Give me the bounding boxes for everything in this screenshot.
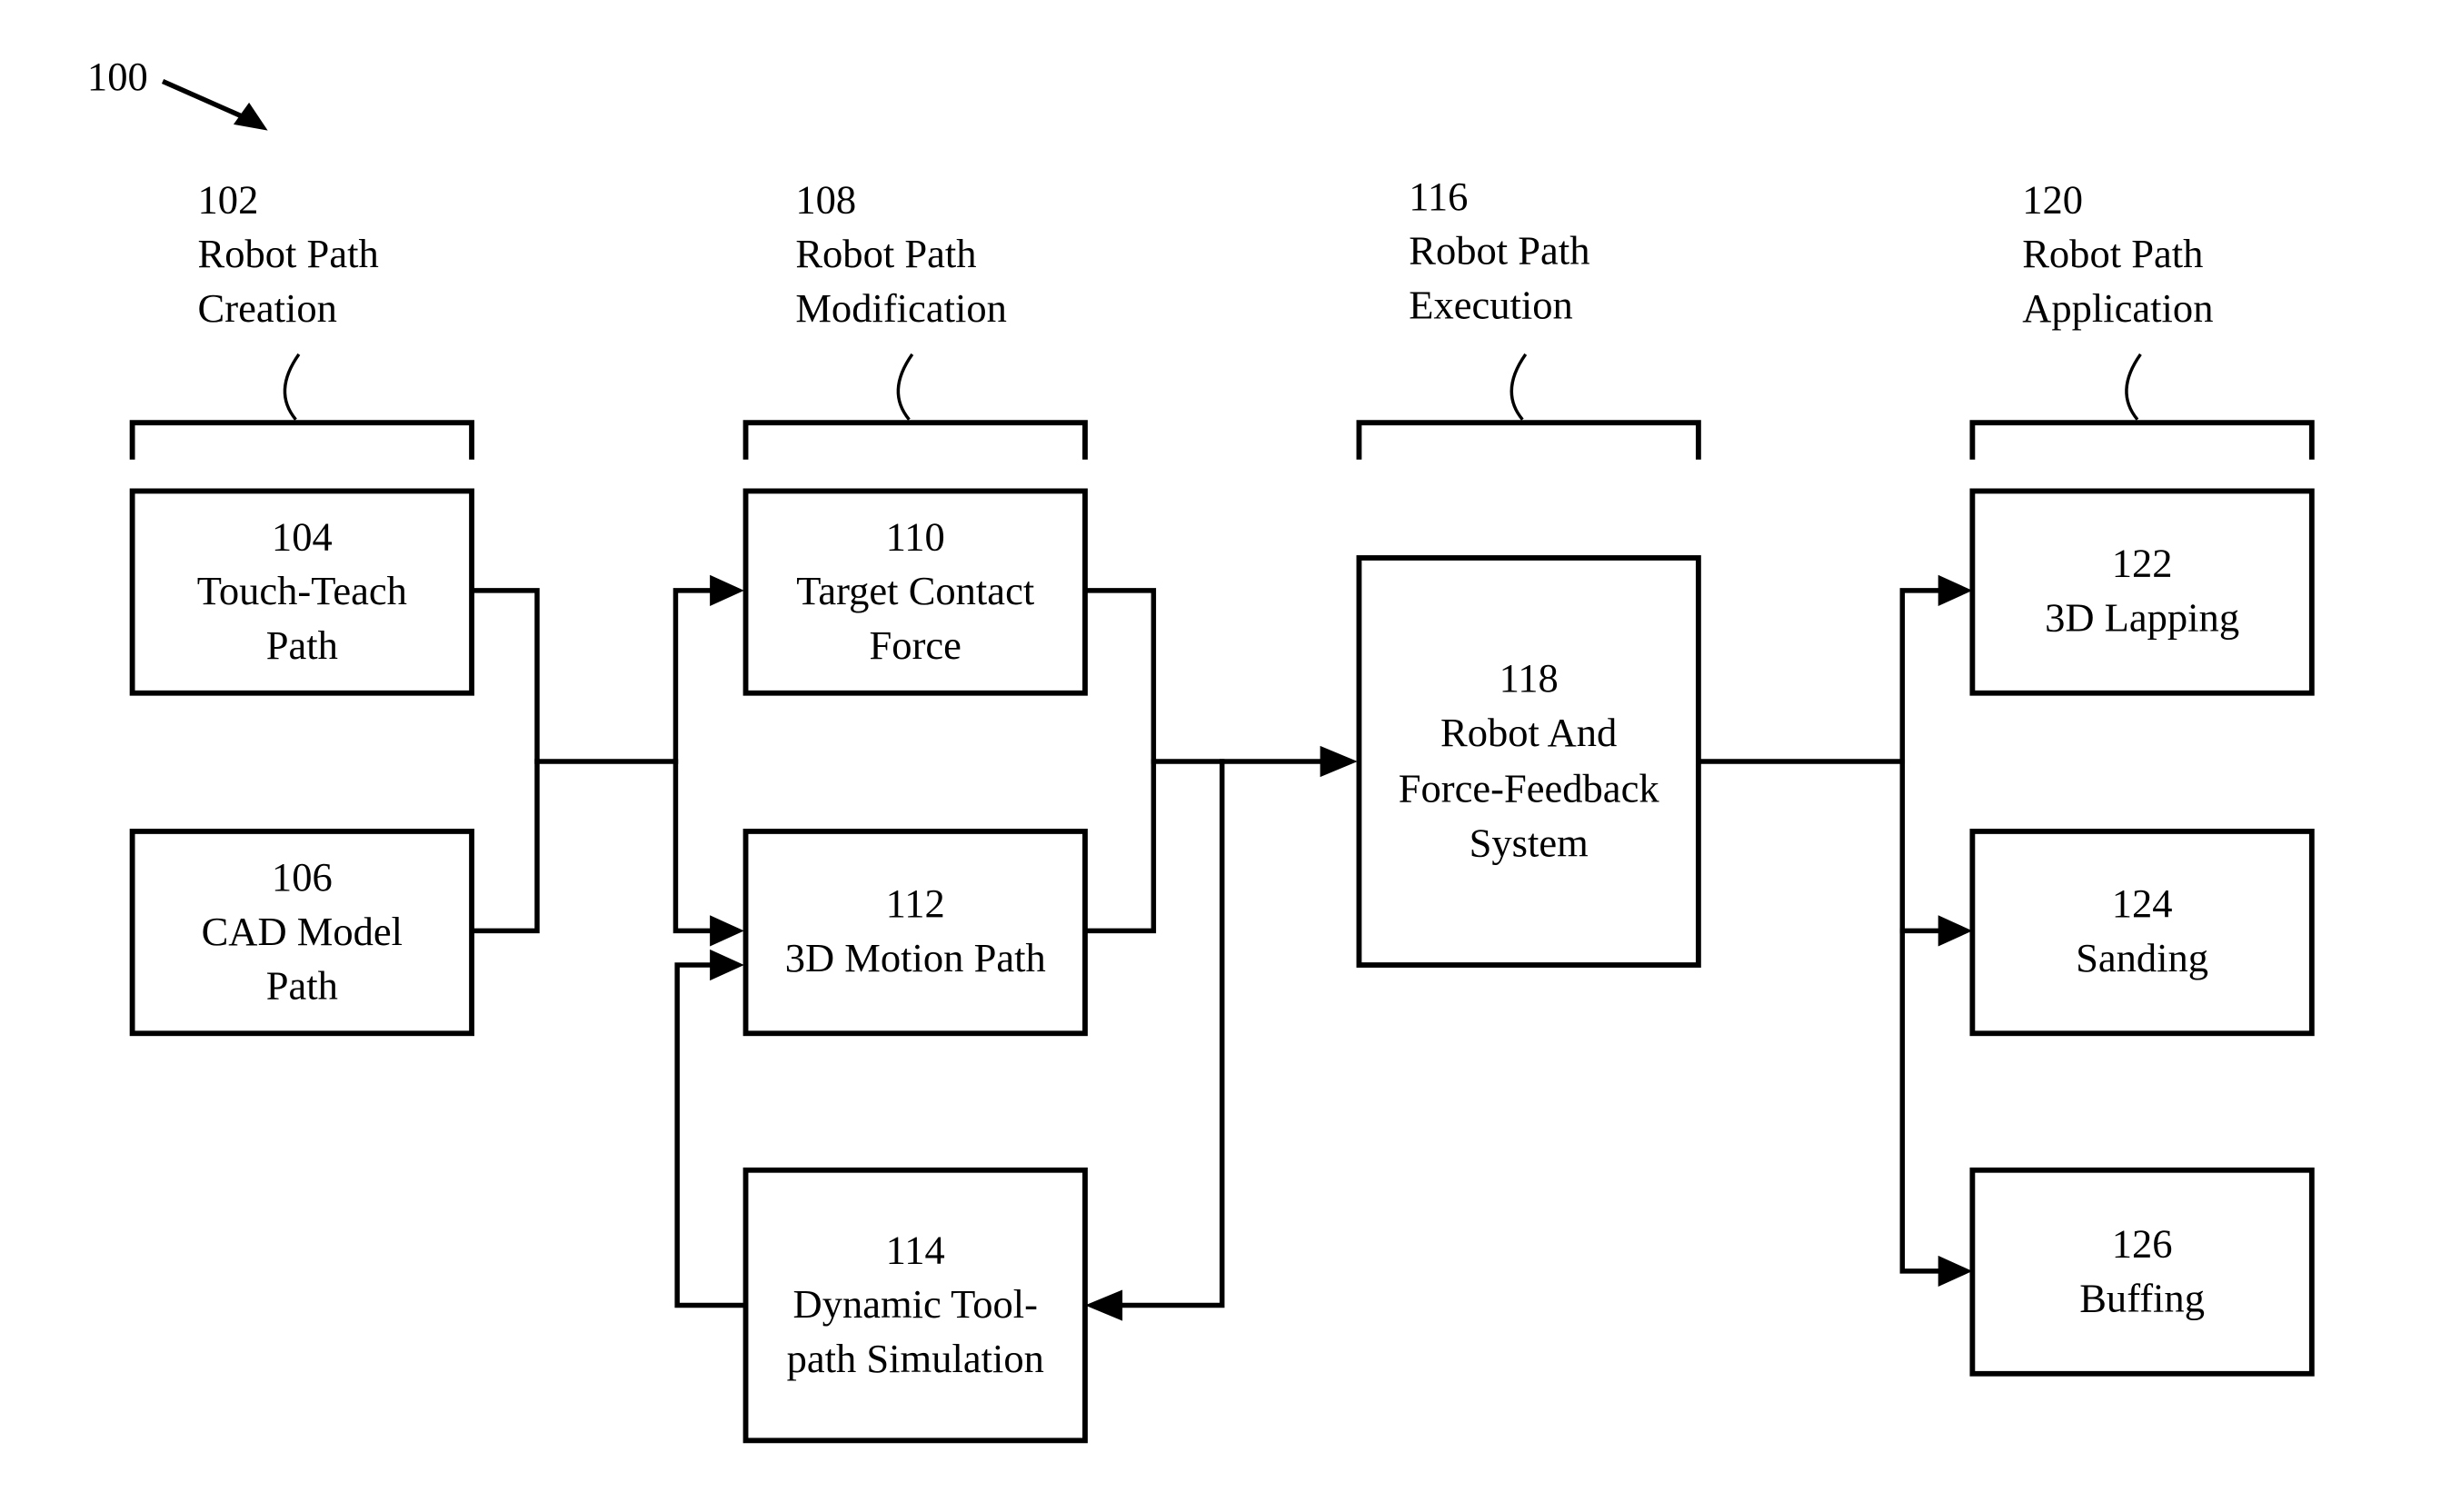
group-header-creation: 102 Robot Path Creation [198,176,379,331]
group-ref: 108 [795,176,856,222]
group-title-line2: Creation [198,285,337,331]
group-bracket-execution [1356,420,1701,460]
group-bracket-application [1969,420,2315,460]
block-ref: 110 [886,513,945,559]
arrowhead-into-118-icon [1320,745,1358,778]
group-ref: 102 [198,176,259,222]
group-title-line1: Robot Path [795,231,976,276]
block-label-line2: path Simulation [787,1336,1044,1381]
block-ref: 112 [886,880,945,926]
block-ref: 122 [2112,541,2173,586]
arrowhead-into-124-icon [1938,915,1973,947]
block-label-line2: Force [870,622,961,668]
robot-path-flow-diagram: 100 102 Robot Path Creation 108 Robot Pa… [87,54,2315,1444]
block-112-3d-motion-path: 112 3D Motion Path [742,829,1088,1037]
group-header-execution: 116 Robot Path Execution [1409,174,1589,328]
connector-to-114 [1118,759,1225,1308]
block-ref: 104 [272,513,333,559]
connector-110-112-merge [1082,588,1157,934]
lead-line-execution [1509,353,1528,421]
block-label-line2: Path [266,622,338,668]
block-label-line1: 3D Motion Path [785,935,1046,980]
block-106-cad-model-path: 106 CAD Model Path [129,829,474,1037]
block-label-line1: Robot And [1440,710,1617,755]
block-label-line1: 3D Lapping [2045,594,2239,640]
block-ref: 106 [272,854,333,900]
arrowhead-into-122-icon [1938,574,1973,606]
group-title-line2: Application [2022,285,2213,331]
connector-114-to-112 [674,962,747,1308]
group-title-line1: Robot Path [1409,228,1589,274]
lead-line-application [2125,353,2142,421]
arrowhead-into-114-icon [1084,1289,1123,1321]
group-title-line1: Robot Path [2022,231,2203,276]
block-122-3d-lapping: 122 3D Lapping [1969,488,2315,696]
block-ref: 118 [1499,655,1559,701]
block-124-sanding: 124 Sanding [1969,829,2315,1037]
block-104-touch-teach-path: 104 Touch-Teach Path [129,488,474,696]
group-header-modification: 108 Robot Path Modification [795,176,1007,331]
block-114-dynamic-toolpath-simulation: 114 Dynamic Tool- path Simulation [742,1167,1088,1444]
lead-line-creation [283,353,301,421]
group-title-line1: Robot Path [198,231,379,276]
block-label-line2: Force-Feedback [1399,765,1660,811]
arrowhead-into-112-icon [710,915,744,947]
figure-reference-label: 100 [87,54,148,99]
group-bracket-creation [129,420,474,460]
arrowhead-into-110-icon [710,574,744,606]
block-label-line1: CAD Model [202,909,403,954]
block-label-line1: Sanding [2076,935,2208,980]
block-frame [1969,829,2315,1037]
group-ref: 116 [1409,174,1468,219]
block-label-line1: Dynamic Tool- [793,1281,1038,1327]
block-label-line2: Path [266,963,338,1009]
arrowhead-114-into-112-icon [710,949,744,981]
block-frame [742,829,1088,1037]
block-label-line3: System [1470,820,1589,865]
arrowhead-into-126-icon [1938,1255,1973,1288]
group-bracket-modification [742,420,1088,460]
block-126-buffing: 126 Buffing [1969,1167,2315,1377]
block-ref: 124 [2112,880,2173,926]
block-label-line1: Touch-Teach [197,568,407,613]
block-frame [1969,1167,2315,1377]
block-ref: 126 [2112,1221,2173,1267]
block-frame [1356,555,1701,968]
group-ref: 120 [2022,176,2083,222]
block-118-robot-force-feedback-system: 118 Robot And Force-Feedback System [1356,555,1701,968]
block-ref: 114 [886,1227,945,1272]
group-title-line2: Modification [795,285,1007,331]
block-label-line1: Target Contact [796,568,1035,613]
group-title-line2: Execution [1409,283,1573,328]
block-frame [1969,488,2315,696]
group-header-application: 120 Robot Path Application [2022,176,2213,331]
figure-reference-arrow-line [161,79,250,122]
block-110-target-contact-force: 110 Target Contact Force [742,488,1088,696]
connector-split-to-110-112 [673,588,719,934]
connector-104-106-merge [469,588,540,934]
block-label-line1: Buffing [2079,1275,2205,1320]
lead-line-modification [896,353,914,421]
